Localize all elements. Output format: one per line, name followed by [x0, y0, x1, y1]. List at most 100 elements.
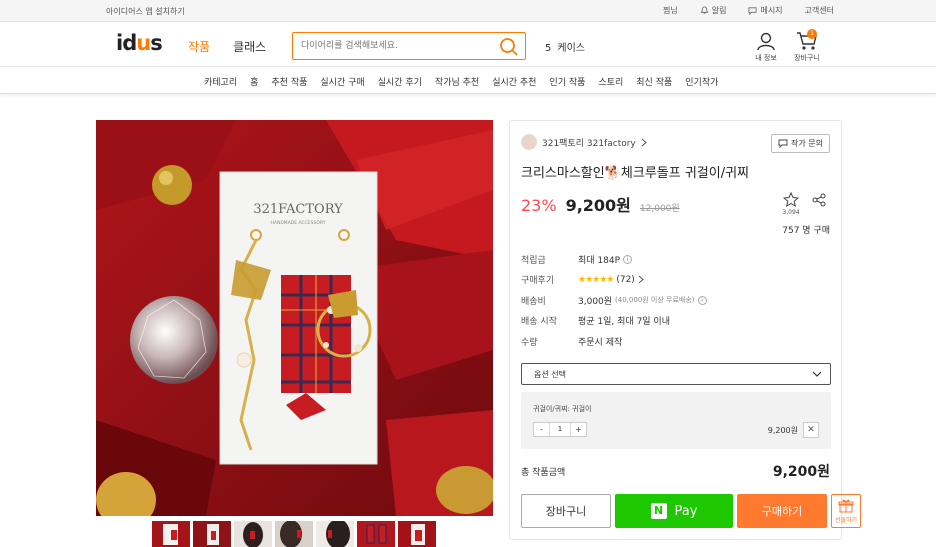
notification-link[interactable]: 알림 [700, 5, 727, 16]
customer-center-label: 고객센터 [804, 6, 834, 15]
increase-button[interactable]: + [571, 423, 586, 436]
shipping-note: (40,000원 이상 무료배송) [615, 296, 695, 305]
cart-label: 장바구니 [794, 54, 820, 62]
shipping-label: 배송비 [521, 296, 546, 307]
app-install-link[interactable]: 아이디어스 앱 설치하기 [106, 6, 185, 17]
original-price: 12,000원 [639, 204, 680, 214]
remove-option-button[interactable]: ✕ [803, 422, 819, 438]
quantity-input[interactable]: 1 [549, 423, 571, 436]
naver-pay-logo-icon: N [650, 503, 667, 519]
info-row-reviews[interactable]: 구매후기 ★★★★★ (72) [521, 270, 707, 291]
gift-label: 선물하기 [834, 517, 858, 524]
message-link[interactable]: 메시지 [748, 5, 783, 16]
reviews-label: 구매후기 [521, 276, 555, 287]
catnav-story[interactable]: 스토리 [598, 75, 623, 88]
seller-avatar [521, 134, 537, 150]
total-amount: 9,200원 [772, 464, 830, 480]
points-label: 적립금 [521, 255, 546, 266]
thumbnail-1[interactable] [152, 521, 190, 547]
main-nav: 작품 클래스 [188, 38, 266, 55]
bell-icon [700, 6, 709, 14]
product-main-image[interactable]: 321FACTORY HANDMADE ACCESSORY [96, 120, 493, 516]
option-select-label: 옵션 선택 [534, 369, 566, 379]
my-info-button[interactable]: 내 정보 [753, 31, 779, 63]
naver-pay-button[interactable]: N Pay [615, 494, 733, 528]
thumbnail-4[interactable] [275, 521, 313, 547]
chevron-right-icon [638, 275, 644, 284]
add-to-cart-button[interactable]: 장바구니 [521, 494, 611, 528]
wishlist-label: 찜님 [662, 6, 678, 15]
category-nav: 카테고리 홈 추천 작품 실시간 구매 실시간 후기 작가님 추천 실시간 추천… [0, 68, 936, 94]
nav-classes[interactable]: 클래스 [233, 38, 266, 55]
share-icon[interactable] [812, 193, 826, 207]
ask-artist-button[interactable]: 작가 문의 [771, 134, 830, 153]
catnav-popular[interactable]: 인기 작품 [549, 75, 585, 88]
chevron-down-icon [812, 371, 822, 377]
catnav-recommended[interactable]: 추천 작품 [271, 75, 307, 88]
catnav-popular-artist[interactable]: 인기작가 [685, 75, 718, 88]
buy-now-button[interactable]: 구매하기 [737, 494, 827, 528]
thumbnail-3[interactable] [234, 521, 272, 547]
info-row-quantity: 수량 주문시 제작 [521, 331, 707, 352]
thumbnail-5[interactable] [316, 521, 354, 547]
catnav-home[interactable]: 홈 [250, 75, 258, 88]
card-brand-text: 321FACTORY [253, 202, 343, 217]
catnav-newest[interactable]: 최신 작품 [636, 75, 672, 88]
search-input[interactable] [301, 33, 501, 59]
product-title: 크리스마스할인🐕체크루돌프 귀걸이/귀찌 [521, 166, 750, 181]
main-header: idus 작품 클래스 5 케이스 내 정보 1 장바구니 [0, 23, 936, 67]
idus-logo[interactable]: idus [116, 31, 163, 55]
catnav-artist-pick[interactable]: 작가님 추천 [435, 75, 479, 88]
cart-count-badge: 1 [807, 29, 817, 39]
search-icon[interactable] [499, 37, 519, 57]
product-info-table: 적립금 최대 184P i 구매후기 ★★★★★ (72) 배송비 3,000원 (4… [521, 249, 707, 352]
notification-label: 알림 [711, 6, 727, 15]
trending-rank: 5 [545, 43, 552, 54]
naver-pay-label: Pay [674, 503, 698, 519]
quantity-stepper: - 1 + [533, 422, 587, 437]
cart-button[interactable]: 1 장바구니 [790, 29, 824, 63]
selected-option-price: 9,200원 [767, 426, 798, 435]
ship-start-value: 평균 1일, 최대 7일 이내 [578, 317, 670, 328]
favorite-button[interactable]: 3,094 [780, 191, 802, 216]
my-info-label: 내 정보 [755, 54, 777, 62]
info-icon[interactable]: i [623, 254, 633, 264]
card-sub-text: HANDMADE ACCESSORY [271, 220, 326, 226]
purchase-buttons: 장바구니 N Pay 구매하기 선물하기 [521, 494, 861, 528]
top-utility-bar: 아이디어스 앱 설치하기 찜님 알림 메시지 고객센터 [0, 0, 936, 22]
chat-icon [778, 139, 788, 148]
logo-part-s: s [150, 31, 162, 55]
product-detail-panel: 321팩토리 321factory 작가 문의 크리스마스할인🐕체크루돌프 귀걸… [509, 120, 861, 540]
seller-name: 321팩토리 321factory [542, 138, 636, 149]
catnav-realtime-purchase[interactable]: 실시간 구매 [320, 75, 364, 88]
top-links: 찜님 알림 메시지 고객센터 [663, 5, 834, 16]
customer-center-link[interactable]: 고객센터 [805, 5, 834, 16]
rating-stars: ★★★★★ [578, 274, 614, 285]
seller-link[interactable]: 321팩토리 321factory [521, 134, 647, 150]
catnav-realtime-recommend[interactable]: 실시간 추천 [492, 75, 536, 88]
quantity-value: 주문시 제작 [578, 337, 623, 348]
catnav-realtime-review[interactable]: 실시간 후기 [378, 75, 422, 88]
info-row-points: 적립금 최대 184P i [521, 249, 707, 270]
nav-products[interactable]: 작품 [188, 38, 210, 55]
gift-button[interactable]: 선물하기 [831, 494, 861, 528]
catnav-category[interactable]: 카테고리 [204, 75, 237, 88]
trending-term: 케이스 [557, 43, 585, 54]
logo-part-u: u [136, 31, 151, 55]
message-icon [748, 7, 757, 15]
option-select-dropdown[interactable]: 옵션 선택 [521, 363, 831, 385]
wishlist-link[interactable]: 찜님 [663, 5, 678, 16]
buyer-count: 757 명 구매 [782, 226, 830, 236]
trending-keyword[interactable]: 5 케이스 [545, 39, 585, 54]
info-row-ship-start: 배송 시작 평균 1일, 최대 7일 이내 [521, 311, 707, 332]
review-count: (72) [616, 274, 635, 285]
thumbnail-6[interactable] [357, 521, 395, 547]
decrease-button[interactable]: - [534, 423, 549, 436]
info-icon[interactable]: i [697, 295, 707, 305]
star-outline-icon [782, 191, 800, 208]
thumbnail-7[interactable] [398, 521, 436, 547]
discount-rate: 23% [521, 196, 557, 215]
favorite-count: 3,094 [782, 209, 800, 216]
thumbnail-2[interactable] [193, 521, 231, 547]
gift-icon [838, 499, 854, 513]
